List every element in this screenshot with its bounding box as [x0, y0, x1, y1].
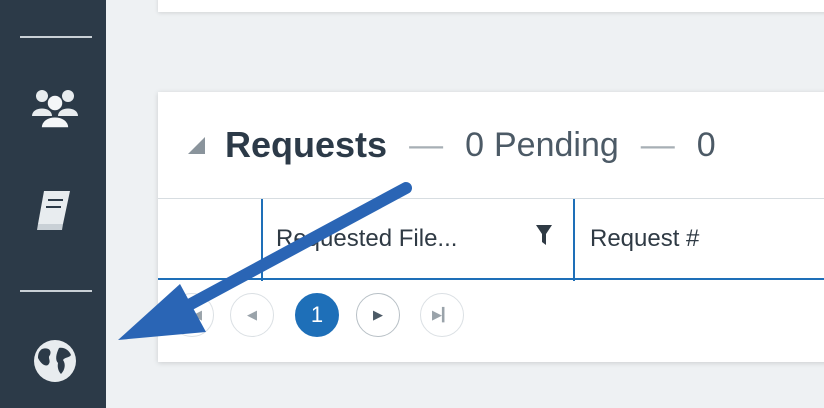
book-icon[interactable]	[34, 188, 74, 234]
page-1-button[interactable]: 1	[295, 293, 339, 337]
chevron-right-icon: ▶	[373, 307, 383, 322]
pending-count: 0	[465, 125, 484, 164]
separator: —	[409, 125, 444, 164]
column-label: Requested File...	[276, 225, 458, 252]
users-icon[interactable]	[29, 86, 81, 130]
previous-card	[158, 0, 824, 12]
page-number: 1	[310, 302, 324, 327]
column-separator	[573, 199, 575, 281]
panel-header: Requests — 0 Pending — 0	[158, 92, 824, 198]
requests-panel: Requests — 0 Pending — 0 Requested File.…	[158, 92, 824, 362]
prev-page-button[interactable]: ◀	[230, 293, 274, 337]
first-page-button[interactable]: ▎◀	[170, 293, 214, 337]
truncated-count: 0	[696, 125, 716, 164]
collapse-triangle-icon[interactable]	[188, 136, 205, 154]
filter-icon[interactable]	[536, 225, 552, 254]
column-label: Request #	[590, 225, 700, 252]
last-page-button[interactable]: ▶▎	[420, 293, 464, 337]
next-page-button[interactable]: ▶	[356, 293, 400, 337]
column-separator	[261, 199, 263, 281]
main-content: Requests — 0 Pending — 0 Requested File.…	[106, 0, 824, 408]
last-page-icon: ▶▎	[432, 307, 452, 322]
sidebar	[0, 0, 106, 408]
globe-icon[interactable]	[32, 338, 78, 384]
column-header-request-number[interactable]: Request #	[590, 199, 824, 279]
panel-title: Requests	[225, 124, 388, 165]
separator: —	[640, 125, 675, 164]
column-header-requested-file[interactable]: Requested File...	[276, 199, 552, 279]
sidebar-divider	[20, 290, 92, 292]
grid-header: Requested File... Request #	[158, 198, 824, 281]
chevron-left-icon: ◀	[247, 307, 257, 322]
first-page-icon: ▎◀	[182, 307, 202, 322]
sidebar-divider	[20, 36, 92, 38]
pager: ▎◀ ◀ 1 ▶ ▶▎	[158, 282, 824, 342]
pending-label: Pending	[493, 125, 619, 164]
